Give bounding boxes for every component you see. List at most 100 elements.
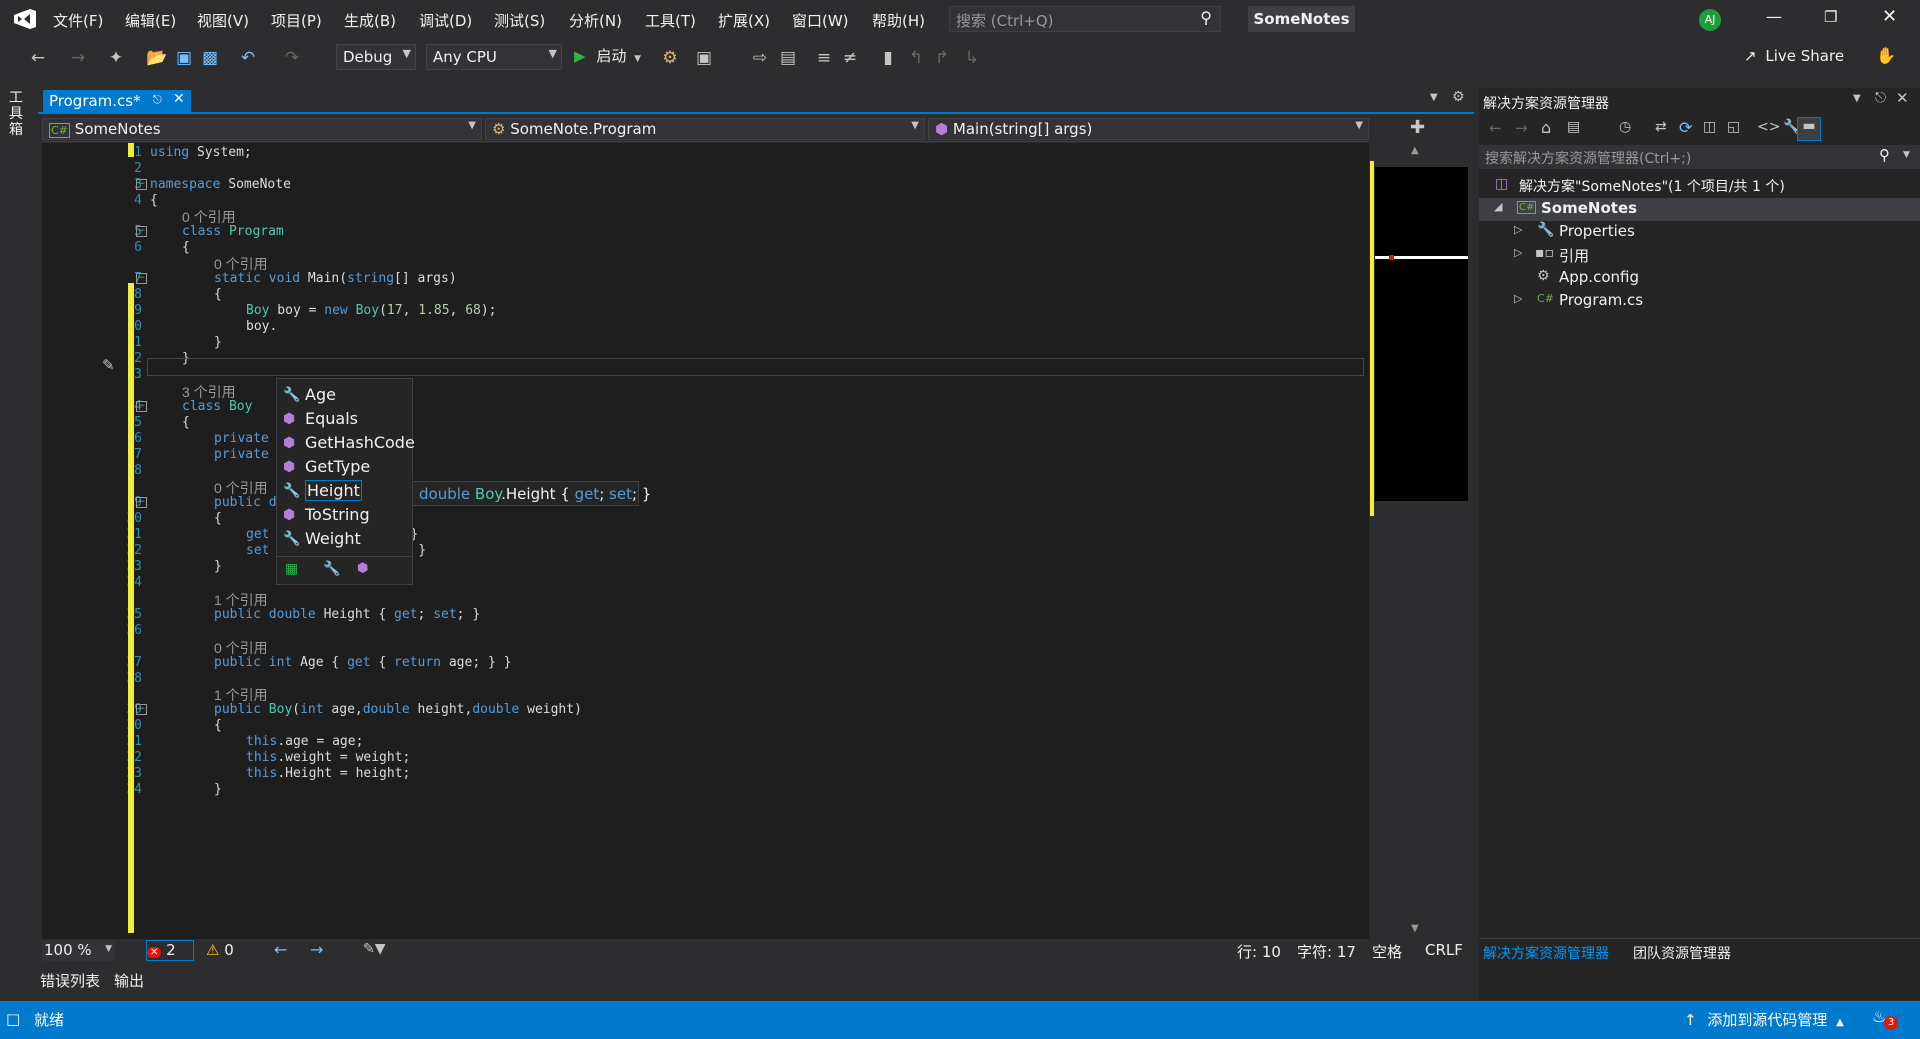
- code-line[interactable]: using System;: [150, 145, 252, 160]
- outdent-icon[interactable]: ≠: [840, 48, 860, 68]
- code-editor[interactable]: 1 using System; 2 3 namespace SomeNote −4{5 cl…: [42, 143, 1369, 939]
- pin-icon[interactable]: ⎋: [153, 93, 162, 107]
- open-folder-icon[interactable]: 📂: [146, 48, 167, 68]
- close-tab-icon[interactable]: ✕: [173, 91, 185, 107]
- expanded-arrow-icon[interactable]: ◢: [1494, 200, 1502, 213]
- menu-item[interactable]: 项目(P): [271, 10, 322, 31]
- menu-item[interactable]: 测试(S): [494, 10, 545, 31]
- close-panel-icon[interactable]: ✕: [1896, 89, 1909, 107]
- platform-select[interactable]: Any CPU ▼: [426, 44, 562, 70]
- clear-bookmark-icon[interactable]: ↳: [962, 48, 982, 68]
- expand-filter-icon[interactable]: ▦: [285, 561, 298, 577]
- tree-item-program-cs[interactable]: ▷ C# Program.cs: [1479, 291, 1920, 313]
- menu-item[interactable]: 生成(B): [344, 10, 396, 31]
- codelens-references[interactable]: 3 个引用: [182, 382, 236, 402]
- completion-item[interactable]: 🔧 Weight: [277, 527, 413, 551]
- next-issue-icon[interactable]: →: [310, 940, 323, 959]
- split-editor-icon[interactable]: ✚: [1410, 117, 1425, 138]
- code-cleanup-icon[interactable]: ✎▼: [363, 941, 386, 957]
- view-code-icon[interactable]: <>: [1757, 119, 1780, 135]
- search-box[interactable]: 搜索 (Ctrl+Q) ⚲: [949, 6, 1221, 32]
- code-line[interactable]: private: [214, 431, 269, 446]
- code-line[interactable]: this.age = age;: [246, 734, 363, 749]
- layout-icon[interactable]: ▤: [778, 48, 798, 68]
- pin-icon[interactable]: ⎋: [1875, 90, 1886, 106]
- restore-icon[interactable]: ❐: [1824, 8, 1837, 26]
- fold-toggle-icon[interactable]: −: [136, 497, 147, 508]
- menu-item[interactable]: 视图(V): [197, 10, 249, 31]
- code-line[interactable]: Boy boy = new Boy(17, 1.85, 68);: [246, 303, 497, 318]
- prev-issue-icon[interactable]: ←: [274, 940, 287, 959]
- quick-actions-icon[interactable]: ✎: [102, 356, 115, 374]
- code-line[interactable]: public Boy(int age,double height,double …: [214, 702, 582, 717]
- codelens-references[interactable]: 0 个引用: [214, 254, 268, 274]
- tab-error-list[interactable]: 错误列表: [40, 970, 100, 991]
- tab-output[interactable]: 输出: [114, 970, 144, 991]
- collapse-all-icon[interactable]: ◫: [1703, 119, 1716, 135]
- toolbox-tab[interactable]: 工具箱: [9, 90, 25, 138]
- sync-icon[interactable]: ⇄: [1655, 119, 1667, 135]
- codelens-references[interactable]: 1 个引用: [214, 590, 268, 610]
- code-line[interactable]: {: [214, 287, 222, 302]
- solution-search-box[interactable]: 搜索解决方案资源管理器(Ctrl+;) ⚲ ▼: [1479, 145, 1920, 169]
- class-dropdown[interactable]: ⚙ SomeNote.Program ▼: [485, 118, 925, 140]
- menu-item[interactable]: 调试(D): [419, 10, 472, 31]
- back-icon[interactable]: ←: [1489, 119, 1502, 137]
- tab-overflow-icon[interactable]: ▼: [1430, 92, 1438, 103]
- avatar[interactable]: AJ: [1699, 9, 1721, 31]
- menu-item[interactable]: 扩展(X): [718, 10, 770, 31]
- collapsed-arrow-icon[interactable]: ▷: [1514, 246, 1522, 259]
- menu-item[interactable]: 工具(T): [645, 10, 696, 31]
- fold-toggle-icon[interactable]: −: [136, 226, 147, 237]
- method-filter-icon[interactable]: ⬢: [357, 561, 368, 576]
- menu-item[interactable]: 帮助(H): [872, 10, 925, 31]
- code-line[interactable]: {: [214, 511, 222, 526]
- scroll-down-icon[interactable]: ▼: [1411, 923, 1419, 934]
- error-count[interactable]: ✕ 2: [146, 940, 194, 961]
- step-icon[interactable]: ⇨: [750, 48, 770, 68]
- tab-solution-explorer[interactable]: 解决方案资源管理器: [1483, 943, 1609, 963]
- codelens-references[interactable]: 0 个引用: [214, 478, 268, 498]
- code-line[interactable]: {: [214, 718, 222, 733]
- save-icon[interactable]: ▣: [174, 48, 194, 68]
- next-bookmark-icon[interactable]: ↱: [932, 48, 952, 68]
- menu-item[interactable]: 窗口(W): [792, 10, 849, 31]
- preview-selected-icon[interactable]: ▬: [1797, 117, 1821, 141]
- tab-team-explorer[interactable]: 团队资源管理器: [1633, 943, 1731, 963]
- code-line[interactable]: this.weight = weight;: [246, 750, 410, 765]
- tree-solution[interactable]: ◫ 解决方案"SomeNotes"(1 个项目/共 1 个): [1479, 176, 1920, 198]
- completion-item[interactable]: ⬢ GetType: [277, 455, 413, 479]
- completion-item[interactable]: ⬢ GetHashCode: [277, 431, 415, 455]
- add-source-control-button[interactable]: ↑ 添加到源代码管理 ▲: [1684, 1009, 1844, 1030]
- project-dropdown[interactable]: C# SomeNotes ▼: [42, 118, 482, 140]
- completion-item[interactable]: 🔧 Age: [277, 383, 413, 407]
- home-icon[interactable]: ⌂: [1541, 118, 1551, 137]
- browser-link-icon[interactable]: ⚙: [660, 48, 680, 68]
- tree-item-properties[interactable]: ▷ 🔧 Properties: [1479, 222, 1920, 244]
- show-all-files-icon[interactable]: ◱: [1727, 119, 1740, 135]
- close-icon[interactable]: ✕: [1882, 6, 1897, 27]
- menu-item[interactable]: 编辑(E): [125, 10, 176, 31]
- minimize-icon[interactable]: —: [1766, 7, 1782, 26]
- tab-program-cs[interactable]: Program.cs* ⎋ ✕: [43, 90, 191, 114]
- panel-menu-icon[interactable]: ▼: [1853, 93, 1861, 104]
- codelens-references[interactable]: 0 个引用: [182, 207, 236, 227]
- fold-toggle-icon[interactable]: −: [136, 273, 147, 284]
- collapsed-arrow-icon[interactable]: ▷: [1514, 223, 1522, 236]
- code-line[interactable]: }: [214, 335, 222, 350]
- search-icon[interactable]: ⚲: [1200, 8, 1212, 27]
- switch-views-icon[interactable]: ▤: [1567, 119, 1580, 135]
- minimap-scrollbar[interactable]: ▲ ▼: [1369, 143, 1469, 939]
- completion-item[interactable]: 🔧 Height: [277, 479, 413, 503]
- fold-toggle-icon[interactable]: −: [136, 179, 147, 190]
- code-line[interactable]: {: [150, 193, 158, 208]
- pending-changes-icon[interactable]: ◷: [1619, 119, 1631, 135]
- property-filter-icon[interactable]: 🔧: [323, 561, 340, 577]
- completion-item[interactable]: ⬢ Equals: [277, 407, 413, 431]
- scroll-up-icon[interactable]: ▲: [1411, 145, 1419, 156]
- fold-toggle-icon[interactable]: −: [136, 704, 147, 715]
- code-line[interactable]: namespace SomeNote: [150, 177, 291, 192]
- redo-icon[interactable]: ↷: [282, 48, 302, 68]
- notifications-button[interactable]: ♨ 3: [1872, 1007, 1898, 1030]
- fold-toggle-icon[interactable]: −: [136, 401, 147, 412]
